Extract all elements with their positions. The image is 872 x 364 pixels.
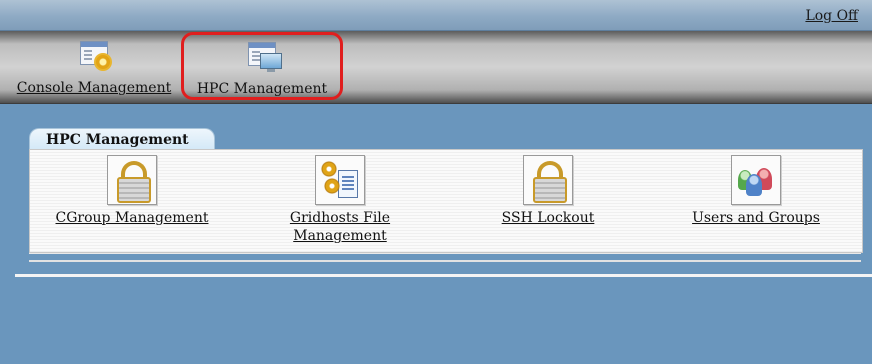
top-bar: Log Off <box>0 0 872 31</box>
gridhosts-label-line1: Gridhosts File <box>289 210 391 226</box>
app-tab-strip: Console Management HPC Management <box>0 31 872 104</box>
app-tab-label: Console Management <box>16 80 172 96</box>
app-tab-label: HPC Management <box>196 81 328 97</box>
cgroup-management-label[interactable]: CGroup Management <box>56 209 209 227</box>
console-settings-icon <box>74 39 114 77</box>
cgroup-management-item[interactable]: CGroup Management <box>48 155 216 227</box>
panel-tab-hpc-management[interactable]: HPC Management <box>29 128 215 150</box>
gridhosts-file-management-item[interactable]: Gridhosts File Management <box>272 155 408 245</box>
log-off-link[interactable]: Log Off <box>805 8 858 24</box>
users-and-groups-item[interactable]: Users and Groups <box>672 155 840 227</box>
users-icon[interactable] <box>731 155 781 205</box>
ssh-lockout-item[interactable]: SSH Lockout <box>482 155 614 227</box>
gridhosts-label-line2: Management <box>293 228 387 244</box>
padlock-icon[interactable] <box>107 155 157 205</box>
users-and-groups-label[interactable]: Users and Groups <box>692 209 820 227</box>
app-tab-console-management[interactable]: Console Management <box>10 31 178 103</box>
ssh-lockout-label[interactable]: SSH Lockout <box>502 209 595 227</box>
content-divider <box>15 274 872 277</box>
hpc-monitor-icon <box>242 40 282 78</box>
gridhosts-file-management-label[interactable]: Gridhosts File Management <box>290 209 390 245</box>
gears-document-icon[interactable] <box>315 155 365 205</box>
padlock-icon[interactable] <box>523 155 573 205</box>
panel-bottom-rule <box>29 253 861 262</box>
app-tab-hpc-management[interactable]: HPC Management <box>181 32 343 100</box>
